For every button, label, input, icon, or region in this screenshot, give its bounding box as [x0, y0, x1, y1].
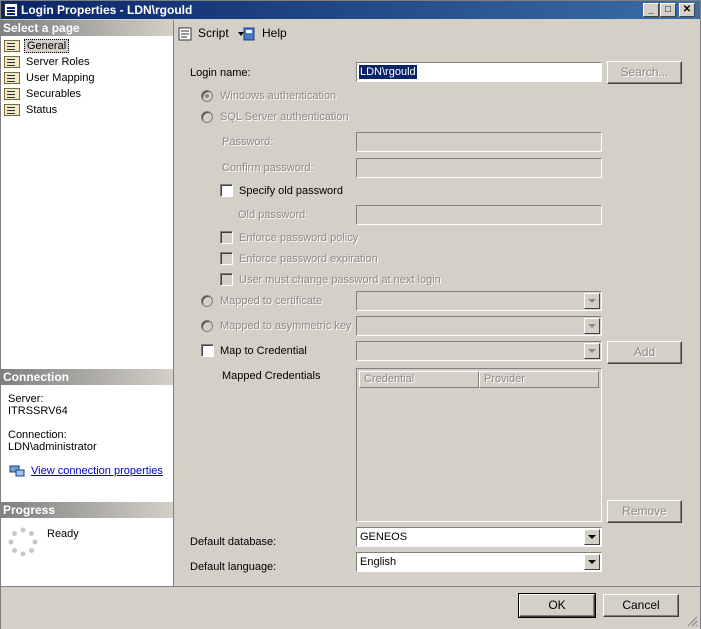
window-title: Login Properties - LDN\rgould [21, 3, 193, 17]
search-button[interactable]: Search... [607, 61, 682, 84]
enforce-policy-label: Enforce password policy [239, 232, 359, 244]
connection-section: Connection Server: ITRSSRV64 Connection:… [1, 369, 173, 477]
confirm-password-input[interactable] [356, 158, 602, 178]
script-label: Script [198, 26, 229, 40]
chevron-down-icon[interactable] [584, 293, 600, 309]
grid-header-provider[interactable]: Provider [479, 371, 599, 388]
chevron-down-icon[interactable] [584, 554, 600, 570]
chevron-down-icon[interactable] [584, 529, 600, 545]
script-icon [178, 27, 192, 41]
connection-header: Connection [1, 369, 173, 385]
password-label: Password: [222, 136, 274, 148]
network-icon [9, 465, 25, 477]
enforce-policy-checkbox[interactable] [220, 231, 233, 244]
progress-section: Progress Ready [1, 502, 173, 578]
page-item-general[interactable]: General [1, 38, 173, 54]
page-icon [4, 40, 20, 52]
must-change-checkbox[interactable] [220, 273, 233, 286]
enforce-expiration-checkbox[interactable] [220, 252, 233, 265]
password-input[interactable] [356, 132, 602, 152]
page-list: General Server Roles User Mapping Secura… [1, 36, 173, 118]
page-icon [4, 104, 20, 116]
windows-auth-radio[interactable] [201, 90, 213, 102]
default-database-label: Default database: [190, 536, 277, 548]
page-item-label: User Mapping [26, 72, 95, 84]
page-item-label: Securables [26, 88, 82, 100]
server-value: ITRSSRV64 [8, 405, 68, 417]
specify-old-password-label: Specify old password [239, 185, 343, 197]
script-button[interactable]: Script [178, 24, 245, 42]
mapped-credentials-label: Mapped Credentials [222, 370, 321, 382]
close-button[interactable]: ✕ [679, 3, 695, 17]
login-name-input[interactable]: LDN\rgould [356, 62, 602, 82]
sql-auth-radio[interactable] [201, 111, 213, 123]
page-icon [4, 56, 20, 68]
page-item-label: Server Roles [26, 56, 90, 68]
default-language-label: Default language: [190, 561, 277, 573]
mapped-credentials-grid[interactable]: Credential Provider [356, 368, 602, 522]
select-page-header: Select a page [1, 20, 173, 36]
credential-dropdown[interactable] [356, 341, 602, 361]
must-change-label: User must change password at next login [239, 274, 441, 286]
page-item-label: Status [26, 104, 58, 116]
map-credential-checkbox[interactable] [201, 344, 214, 357]
dialog-footer: OK Cancel [1, 586, 700, 629]
mapped-certificate-radio[interactable] [201, 295, 213, 307]
confirm-password-label: Confirm password: [222, 162, 314, 174]
default-database-dropdown[interactable]: GENEOS [356, 527, 602, 547]
page-item-label: General [24, 39, 70, 53]
chevron-down-icon[interactable] [584, 318, 600, 334]
general-page-content: Login name: LDN\rgould Search... Windows… [175, 45, 694, 586]
page-icon [4, 72, 20, 84]
mapped-certificate-label: Mapped to certificate [220, 295, 323, 307]
connection-label: Connection: [8, 429, 67, 441]
maximize-button[interactable]: □ [660, 3, 676, 17]
default-database-value: GENEOS [360, 531, 408, 543]
server-label: Server: [8, 393, 44, 405]
cancel-button[interactable]: Cancel [603, 594, 679, 617]
page-icon [4, 88, 20, 100]
add-button[interactable]: Add [607, 341, 682, 364]
mapped-asym-key-radio[interactable] [201, 320, 213, 332]
page-item-user-mapping[interactable]: User Mapping [1, 70, 173, 86]
enforce-expiration-label: Enforce password expiration [239, 253, 378, 265]
default-language-value: English [360, 556, 397, 568]
view-connection-properties-label: View connection properties [31, 465, 163, 477]
remove-button[interactable]: Remove [607, 500, 682, 523]
old-password-input[interactable] [356, 205, 602, 225]
login-properties-window: Login Properties - LDN\rgould _ □ ✕ Sele… [0, 0, 701, 629]
asym-key-dropdown[interactable] [356, 316, 602, 336]
chevron-down-icon[interactable] [584, 343, 600, 359]
certificate-dropdown[interactable] [356, 291, 602, 311]
minimize-button[interactable]: _ [643, 3, 659, 17]
login-name-value: LDN\rgould [359, 65, 417, 79]
title-bar[interactable]: Login Properties - LDN\rgould _ □ ✕ [1, 1, 700, 19]
page-item-status[interactable]: Status [1, 102, 173, 118]
help-label: Help [262, 26, 287, 40]
ok-button[interactable]: OK [518, 593, 596, 618]
specify-old-password-checkbox[interactable] [220, 184, 233, 197]
old-password-label: Old password: [238, 209, 309, 221]
toolbar: Script Help [175, 20, 695, 45]
mapped-asym-key-label: Mapped to asymmetric key [220, 320, 352, 332]
help-button[interactable]: Help [242, 24, 287, 42]
page-item-securables[interactable]: Securables [1, 86, 173, 102]
connection-value: LDN\administrator [8, 441, 97, 453]
view-connection-properties-link[interactable]: View connection properties [8, 465, 173, 477]
grid-header-credential[interactable]: Credential [359, 371, 479, 388]
page-item-server-roles[interactable]: Server Roles [1, 54, 173, 70]
windows-auth-label: Windows authentication [220, 90, 337, 102]
resize-grip-icon[interactable] [686, 615, 698, 627]
help-book-icon [243, 27, 255, 41]
progress-header: Progress [1, 502, 173, 518]
window-app-icon [4, 3, 18, 17]
progress-status: Ready [47, 528, 79, 540]
progress-spinner-icon [8, 527, 38, 557]
sql-auth-label: SQL Server authentication [220, 111, 349, 123]
left-panel: Select a page General Server Roles User … [1, 20, 174, 586]
default-language-dropdown[interactable]: English [356, 552, 602, 572]
map-credential-label: Map to Credential [220, 345, 307, 357]
login-name-label: Login name: [190, 67, 251, 79]
